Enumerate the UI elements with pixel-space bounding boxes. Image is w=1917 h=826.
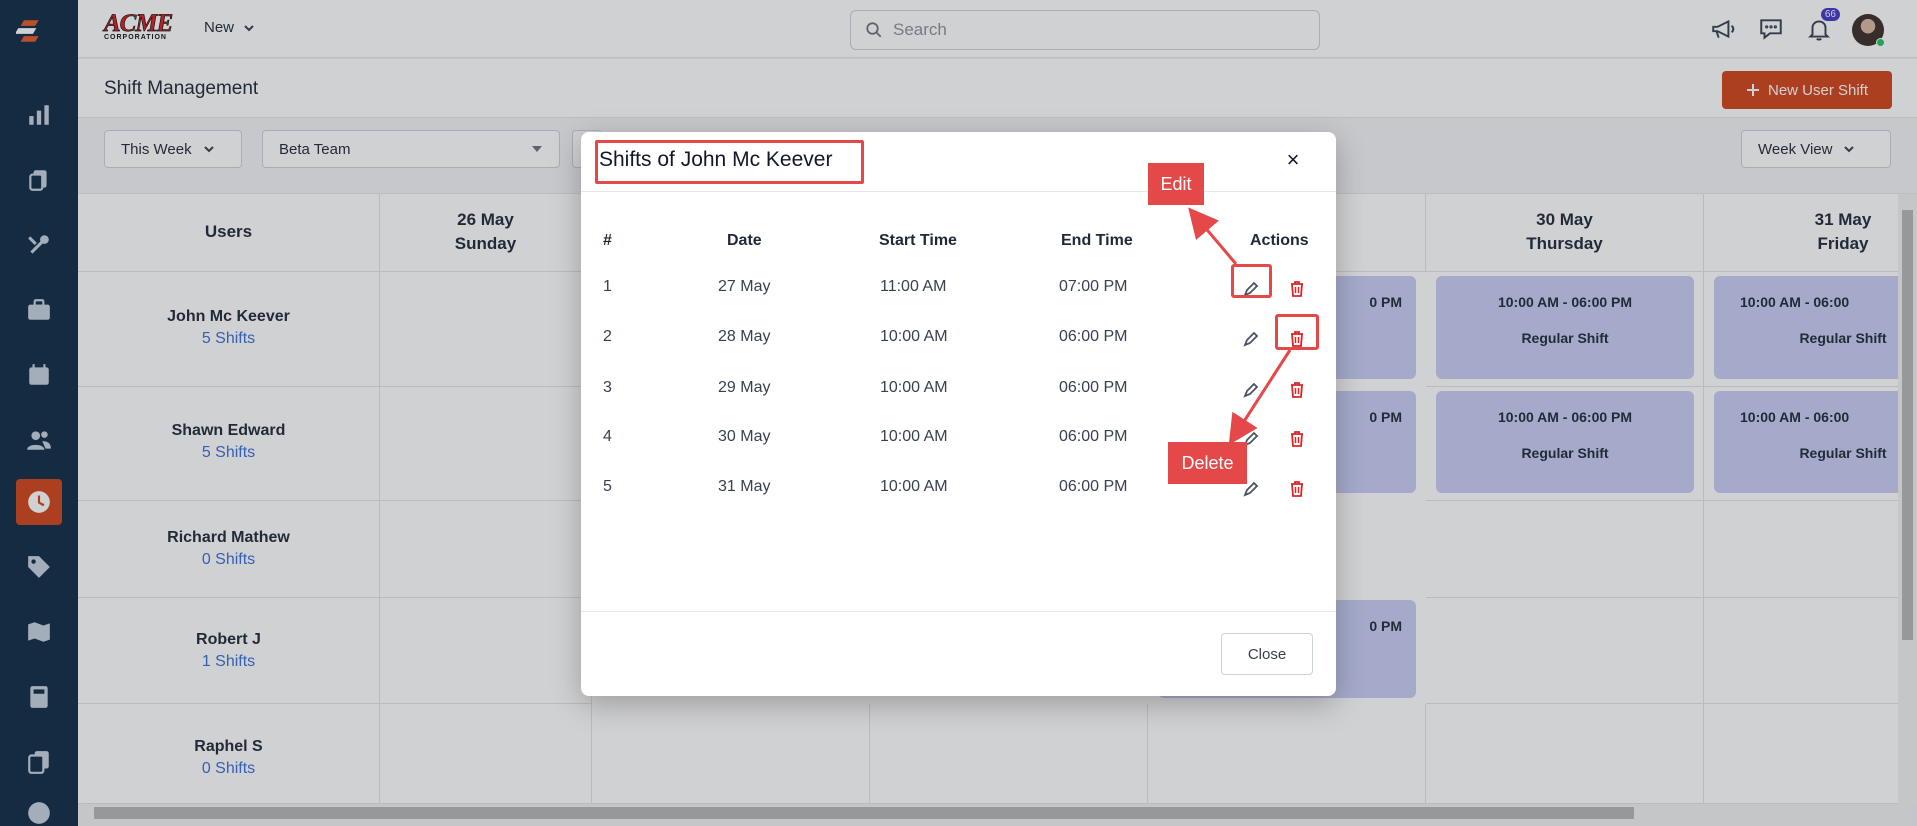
delete-highlight-box xyxy=(1275,314,1319,350)
modal-footer-divider xyxy=(581,611,1336,612)
row-end-time: 06:00 PM xyxy=(1059,428,1128,445)
column-header-end-time: End Time xyxy=(1061,232,1133,249)
close-button-label: Close xyxy=(1247,645,1287,663)
close-icon[interactable]: × xyxy=(1281,148,1305,172)
row-number: 1 xyxy=(603,278,612,295)
delete-trash-icon[interactable] xyxy=(1287,479,1307,499)
column-header-number: # xyxy=(603,232,612,249)
delete-callout-label: Delete xyxy=(1181,452,1234,473)
row-end-time: 06:00 PM xyxy=(1059,379,1128,396)
edit-callout-label: Edit xyxy=(1160,173,1192,194)
close-button[interactable]: Close xyxy=(1221,633,1313,675)
row-number: 2 xyxy=(603,328,612,345)
delete-trash-icon[interactable] xyxy=(1287,279,1307,299)
modal-header: Shifts of John Mc Keever × xyxy=(581,132,1336,192)
shifts-modal: Shifts of John Mc Keever × # Date Start … xyxy=(581,132,1336,696)
delete-trash-icon[interactable] xyxy=(1287,380,1307,400)
row-date: 29 May xyxy=(718,379,771,396)
column-header-date: Date xyxy=(727,232,762,249)
edit-pencil-icon[interactable] xyxy=(1241,329,1261,349)
row-end-time: 07:00 PM xyxy=(1059,278,1128,295)
row-start-time: 10:00 AM xyxy=(880,379,948,396)
row-date: 30 May xyxy=(718,428,771,445)
row-number: 3 xyxy=(603,379,612,396)
edit-callout: Edit xyxy=(1148,163,1204,205)
row-end-time: 06:00 PM xyxy=(1059,328,1128,345)
delete-callout: Delete xyxy=(1168,442,1247,484)
column-header-actions: Actions xyxy=(1250,232,1309,249)
edit-pencil-icon[interactable] xyxy=(1241,380,1261,400)
row-start-time: 11:00 AM xyxy=(880,278,947,295)
row-start-time: 10:00 AM xyxy=(880,428,948,445)
row-date: 28 May xyxy=(718,328,771,345)
modal-title: Shifts of John Mc Keever xyxy=(599,148,833,171)
row-date: 27 May xyxy=(718,278,771,295)
delete-trash-icon[interactable] xyxy=(1287,429,1307,449)
column-header-start-time: Start Time xyxy=(879,232,957,249)
row-start-time: 10:00 AM xyxy=(880,478,948,495)
row-end-time: 06:00 PM xyxy=(1059,478,1128,495)
row-start-time: 10:00 AM xyxy=(880,328,948,345)
row-date: 31 May xyxy=(718,478,771,495)
row-number: 5 xyxy=(603,478,612,495)
edit-highlight-box xyxy=(1231,264,1272,298)
row-number: 4 xyxy=(603,428,612,445)
